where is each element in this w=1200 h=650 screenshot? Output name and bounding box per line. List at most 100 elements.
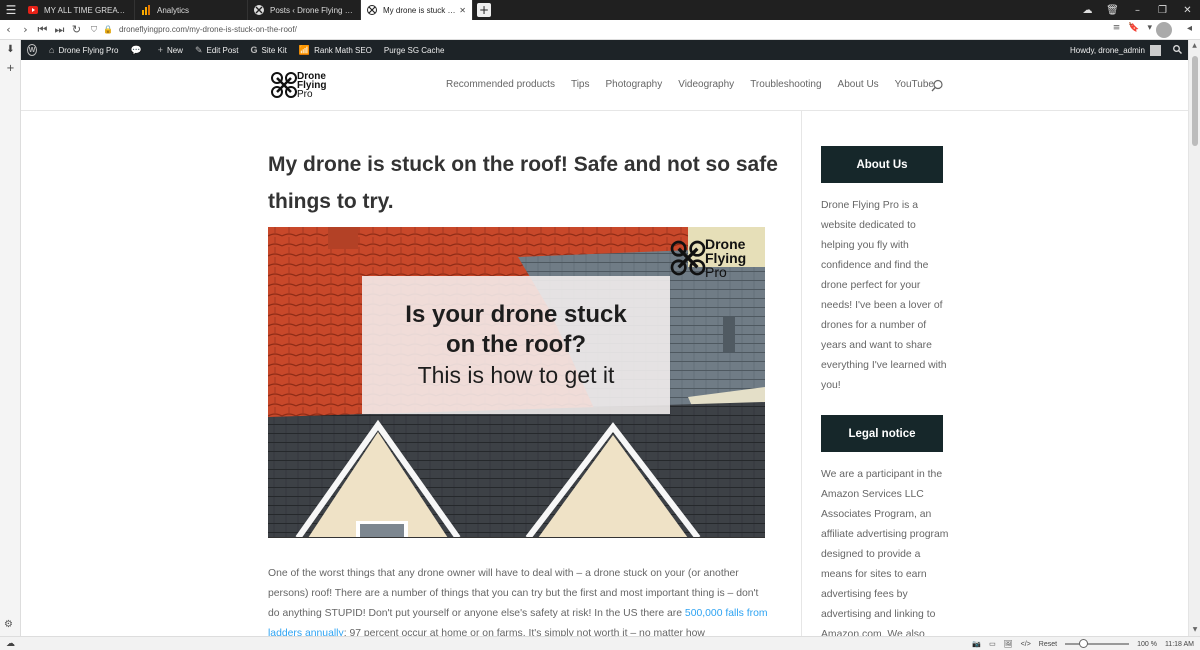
wp-admin-bar: W ⌂ Drone Flying Pro 💬 + New ✎ Edit Post… (21, 40, 1188, 60)
reader-mode-icon[interactable]: ≡ (1113, 23, 1121, 33)
legal-notice-widget-title: Legal notice (821, 415, 943, 452)
hero-caption-box: Is your drone stuck on the roof? This is… (362, 276, 670, 414)
nav-photography[interactable]: Photography (605, 79, 662, 90)
dev-tools-icon[interactable]: </> (1021, 641, 1031, 648)
download-icon[interactable]: ⬇ (0, 44, 21, 55)
reload-icon[interactable]: ↻ (68, 23, 85, 36)
admin-edit-post[interactable]: ✎ Edit Post (189, 40, 245, 60)
howdy-label: Howdy, drone_admin (1069, 45, 1145, 55)
site-search-icon[interactable] (930, 79, 944, 93)
hero-headline-1: Is your drone stuck (405, 301, 627, 328)
admin-account[interactable]: Howdy, drone_admin (1064, 40, 1167, 60)
browser-menu-icon[interactable]: ☰ (0, 0, 22, 20)
tab-label: My drone is stuck on the ro (383, 5, 457, 15)
window-controls: ☁ 🗑 – ❐ ✕ (1075, 0, 1200, 20)
admin-comments[interactable]: 💬 (124, 40, 151, 60)
clock: 11:18 AM (1164, 640, 1194, 648)
cloud-sync-icon[interactable]: ☁ (1075, 5, 1100, 16)
rank-math-label: Rank Math SEO (314, 45, 372, 55)
admin-site-kit[interactable]: G Site Kit (245, 40, 293, 60)
tab-label: Analytics (157, 5, 190, 15)
tab-label: Posts ‹ Drone Flying Pro — (270, 5, 354, 15)
pencil-icon: ✎ (194, 44, 203, 55)
bookmark-icon[interactable]: 🔖 (1128, 23, 1139, 33)
nav-youtube[interactable]: YouTube (895, 79, 934, 90)
url-actions: ≡ 🔖 ▾ (1113, 23, 1152, 33)
tab-current-post[interactable]: My drone is stuck on the ro ✕ (361, 0, 473, 20)
drone-logo-icon (269, 70, 299, 100)
lock-icon: 🔒 (103, 25, 113, 34)
wp-logo-menu[interactable]: W (21, 40, 43, 60)
scroll-thumb[interactable] (1192, 56, 1198, 146)
browser-status-bar: ☁ 📷 ▭ 🖼 </> Reset 100 % 11:18 AM (0, 636, 1200, 650)
site-name-label: Drone Flying Pro (58, 45, 119, 55)
about-us-widget-title: About Us (821, 146, 943, 183)
legal-notice-text: We are a participant in the Amazon Servi… (821, 469, 949, 640)
zoom-slider-handle[interactable] (1079, 639, 1089, 648)
post-body: One of the worst things that any drone o… (268, 564, 768, 644)
logo-text: Drone Flying Pro (297, 71, 326, 100)
drone-logo-icon (367, 5, 377, 15)
main-nav: Recommended products Tips Photography Vi… (446, 79, 950, 90)
rank-math-icon: 📶 (298, 44, 311, 55)
nav-tips[interactable]: Tips (571, 79, 590, 90)
cloud-icon[interactable]: ☁ (6, 638, 15, 649)
hero-logo-line-3: Pro (705, 264, 727, 280)
minimize-icon[interactable]: – (1125, 5, 1150, 16)
browser-side-panel: ⬇ + (0, 40, 21, 636)
rewind-icon[interactable]: ⏮ (34, 23, 51, 37)
scroll-down-icon[interactable]: ▼ (1189, 624, 1200, 636)
tab-analytics[interactable]: Analytics (135, 0, 248, 20)
zoom-reset-button[interactable]: Reset (1039, 641, 1057, 648)
url-field[interactable]: ⛉ 🔒 droneflyingpro.com/my-drone-is-stuck… (91, 22, 1131, 37)
admin-rank-math[interactable]: 📶 Rank Math SEO (293, 40, 378, 60)
purge-cache-label: Purge SG Cache (383, 45, 445, 55)
capture-icon[interactable]: 📷 (972, 640, 981, 648)
analytics-icon (141, 5, 151, 15)
zoom-slider[interactable] (1065, 639, 1130, 648)
hero-image: Is your drone stuck on the roof? This is… (268, 227, 765, 538)
admin-purge-cache[interactable]: Purge SG Cache (378, 40, 450, 60)
tab-youtube[interactable]: MY ALL TIME GREATEST!!!! (22, 0, 135, 20)
admin-search[interactable] (1167, 40, 1188, 60)
hero-logo-line-1: Drone (705, 236, 746, 252)
address-bar: ‹ › ⏮ ⏭ ↻ ⛉ 🔒 droneflyingpro.com/my-dron… (0, 20, 1200, 40)
add-panel-icon[interactable]: + (0, 63, 21, 74)
nav-troubleshooting[interactable]: Troubleshooting (750, 79, 821, 90)
avatar (1150, 44, 1161, 56)
browser-tab-bar: ☰ MY ALL TIME GREATEST!!!! Analytics Pos… (0, 0, 1200, 20)
maximize-icon[interactable]: ❐ (1150, 5, 1175, 16)
site-logo[interactable]: Drone Flying Pro (269, 70, 326, 100)
tab-posts[interactable]: Posts ‹ Drone Flying Pro — (248, 0, 361, 20)
logo-line-3: Pro (297, 88, 313, 100)
admin-new-content[interactable]: + New (152, 40, 189, 60)
admin-site-name[interactable]: ⌂ Drone Flying Pro (43, 40, 124, 60)
shield-icon[interactable]: ⛉ (91, 25, 97, 35)
nav-videography[interactable]: Videography (678, 79, 734, 90)
about-us-text: Drone Flying Pro is a website dedicated … (821, 200, 947, 391)
image-toggle-icon[interactable]: 🖼 (1004, 640, 1013, 648)
post-title: My drone is stuck on the roof! Safe and … (268, 153, 778, 213)
drone-logo-icon (254, 5, 264, 15)
panel-toggle-icon[interactable]: ◂ (1187, 23, 1192, 34)
search-icon (1173, 44, 1182, 56)
youtube-icon (28, 5, 38, 15)
nav-recommended-products[interactable]: Recommended products (446, 79, 555, 90)
fast-forward-icon[interactable]: ⏭ (51, 23, 68, 37)
close-window-icon[interactable]: ✕ (1175, 5, 1200, 16)
drone-logo-icon (670, 240, 706, 276)
trash-icon[interactable]: 🗑 (1100, 5, 1125, 16)
profile-avatar[interactable] (1156, 22, 1172, 38)
page-scrollbar[interactable]: ▲ ▼ (1188, 40, 1200, 636)
edit-post-label: Edit Post (206, 45, 239, 55)
scroll-up-icon[interactable]: ▲ (1189, 40, 1200, 52)
back-icon[interactable]: ‹ (0, 23, 17, 36)
forward-icon[interactable]: › (17, 23, 34, 36)
comments-icon: 💬 (130, 44, 142, 55)
nav-about-us[interactable]: About Us (838, 79, 879, 90)
tab-close-icon[interactable]: ✕ (459, 6, 466, 15)
dropdown-icon[interactable]: ▾ (1147, 23, 1152, 33)
new-tab-button[interactable]: + (477, 3, 491, 17)
settings-gear-icon[interactable]: ⚙ (4, 619, 13, 630)
tiling-icon[interactable]: ▭ (989, 640, 996, 648)
